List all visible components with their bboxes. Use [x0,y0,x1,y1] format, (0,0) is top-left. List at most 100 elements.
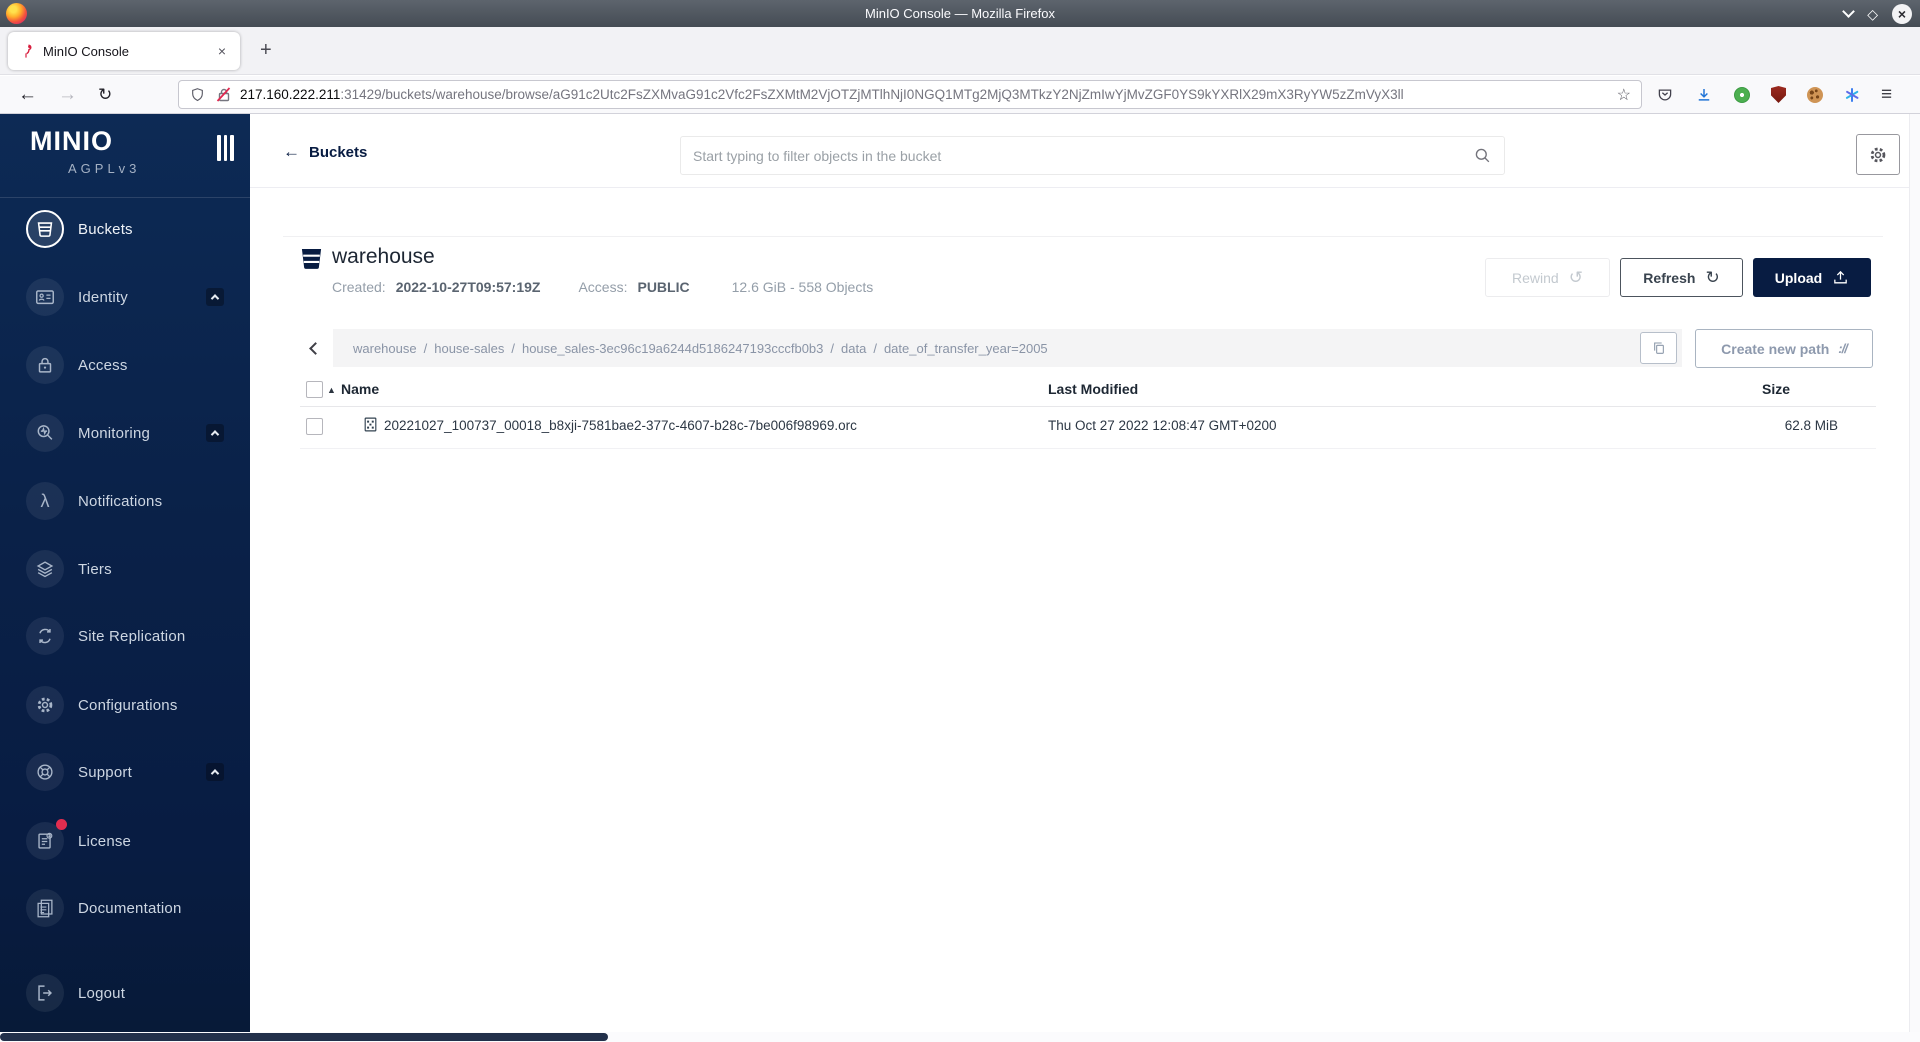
adblock-shield-icon[interactable] [1771,86,1786,103]
sidebar-item-notifications[interactable]: λ Notifications [0,477,250,525]
object-name-link[interactable]: 20221027_100737_00018_b8xji-7581bae2-377… [384,418,857,433]
window-shade-icon[interactable] [1842,5,1856,18]
window-titlebar: MinIO Console — Mozilla Firefox ◇ × [0,0,1920,27]
access-label: Access: [578,279,628,295]
sidebar-item-buckets[interactable]: Buckets [0,205,250,253]
back-arrow-icon: ← [283,142,300,161]
breadcrumb[interactable]: warehouse / house-sales / house_sales-3e… [333,329,1682,367]
minio-logo: MINIO [30,126,113,156]
extension-green-icon[interactable] [1734,86,1750,103]
app-header: ← Buckets [250,114,1920,188]
created-value: 2022-10-27T09:57:19Z [395,279,541,295]
tracking-protection-shield-icon[interactable] [189,86,206,104]
bucket-usage: 12.6 GiB - 558 Objects [731,279,874,295]
license-alert-badge [56,819,67,830]
chevron-up-icon[interactable] [206,763,224,781]
vertical-scrollbar-track[interactable] [1909,114,1920,1032]
forward-button[interactable]: → [58,76,77,113]
bucket-settings-button[interactable] [1856,134,1900,175]
copy-path-button[interactable] [1640,332,1677,364]
object-size: 62.8 MiB [1784,418,1838,433]
create-new-path-button[interactable]: Create new path :// [1695,329,1873,368]
object-last-modified: Thu Oct 27 2022 12:08:47 GMT+0200 [1048,418,1277,433]
column-header-name[interactable]: Name [341,381,379,397]
access-value: PUBLIC [637,279,690,295]
pocket-save-icon[interactable] [1656,86,1674,104]
tab-title: MinIO Console [43,43,129,59]
tab-close-icon[interactable]: × [214,42,230,60]
breadcrumb-segment[interactable]: warehouse [353,341,417,356]
sidebar-item-site-replication[interactable]: Site Replication [0,612,250,660]
layers-icon [36,561,54,578]
url-bar[interactable]: 217.160.222.211:31429/buckets/warehouse/… [178,80,1642,109]
horizontal-scrollbar-track[interactable] [0,1032,1920,1042]
download-icon[interactable] [1695,86,1713,104]
sidebar-item-configurations[interactable]: Configurations [0,681,250,729]
browser-tab[interactable]: MinIO Console × [8,32,240,70]
created-label: Created: [332,279,386,295]
sidebar-item-tiers[interactable]: Tiers [0,545,250,593]
snowflake-extension-icon[interactable] [1844,87,1860,103]
breadcrumb-segment[interactable]: house_sales-3ec96c19a6244d5186247193cccf… [522,341,823,356]
refresh-icon: ↻ [1705,267,1720,287]
bookmark-star-icon[interactable]: ☆ [1617,85,1631,105]
window-controls: ◇ × [1842,0,1912,27]
window-title: MinIO Console — Mozilla Firefox [865,6,1055,21]
sidebar-item-access[interactable]: Access [0,341,250,389]
select-all-checkbox[interactable] [306,381,323,398]
back-to-buckets-link[interactable]: ← Buckets [283,142,367,162]
logout-icon [38,985,52,1001]
sidebar-item-documentation[interactable]: Documentation [0,884,250,932]
gear-icon [37,697,53,713]
url-host: 217.160.222.211 [240,87,341,102]
path-up-button[interactable] [300,329,330,367]
breadcrumb-segment[interactable]: data [841,341,866,356]
menu-hamburger-icon[interactable]: ≡ [1881,84,1892,106]
breadcrumb-segment[interactable]: house-sales [434,341,504,356]
sidebar-item-logout[interactable]: Logout [0,969,250,1017]
sort-ascending-icon[interactable]: ▲ [327,385,336,395]
sidebar-item-monitoring[interactable]: Monitoring [0,409,250,457]
bucket-metadata: Created: 2022-10-27T09:57:19Z Access: PU… [332,279,873,295]
horizontal-scrollbar-thumb[interactable] [0,1033,608,1041]
column-header-size[interactable]: Size [1640,381,1790,397]
upload-button[interactable]: Upload [1753,258,1871,297]
column-header-last-modified[interactable]: Last Modified [1048,381,1138,397]
bucket-title: warehouse [332,245,435,268]
window-maximize-icon[interactable]: ◇ [1867,7,1878,21]
rewind-icon: ↺ [1568,267,1583,287]
url-path: :31429/buckets/warehouse/browse/aG91c2Ut… [340,87,1404,102]
sidebar: MINIO AGPLv3 Buckets Identity Access Mon… [0,114,250,1032]
insecure-lock-icon[interactable] [215,86,232,103]
sidebar-item-support[interactable]: Support [0,748,250,796]
license-tier-label: AGPLv3 [68,161,141,176]
bucket-icon [301,248,322,269]
row-checkbox[interactable] [306,418,323,435]
refresh-button[interactable]: Refresh ↻ [1620,258,1743,297]
chevron-up-icon[interactable] [206,288,224,306]
back-button[interactable]: ← [18,76,37,113]
table-header-divider [300,406,1876,407]
monitoring-search-icon [37,425,53,440]
chevron-left-icon [308,341,322,355]
path-slashes-icon: :// [1838,341,1848,356]
search-input[interactable] [693,147,1473,164]
license-document-icon [38,832,53,849]
screen: MinIO Console — Mozilla Firefox ◇ × MinI… [0,0,1920,1042]
back-link-label: Buckets [309,143,368,161]
rewind-button[interactable]: Rewind ↺ [1485,258,1610,297]
breadcrumb-segment[interactable]: date_of_transfer_year=2005 [884,341,1048,356]
sidebar-item-license[interactable]: License [0,817,250,865]
replication-arrows-icon [39,628,51,644]
chevron-up-icon[interactable] [206,424,224,442]
lock-icon [38,357,52,373]
object-filter-search[interactable] [680,136,1505,175]
cookie-extension-icon[interactable] [1807,86,1823,103]
sidebar-item-identity[interactable]: Identity [0,273,250,321]
new-tab-button[interactable]: + [252,37,280,64]
window-close-icon[interactable]: × [1892,3,1912,24]
browser-toolbar: ← → ↻ 217.160.222.211:31429/buckets/ware… [0,76,1920,114]
lifebuoy-icon [37,764,53,780]
sidebar-collapse-icon[interactable] [217,135,234,161]
reload-button[interactable]: ↻ [98,76,112,113]
